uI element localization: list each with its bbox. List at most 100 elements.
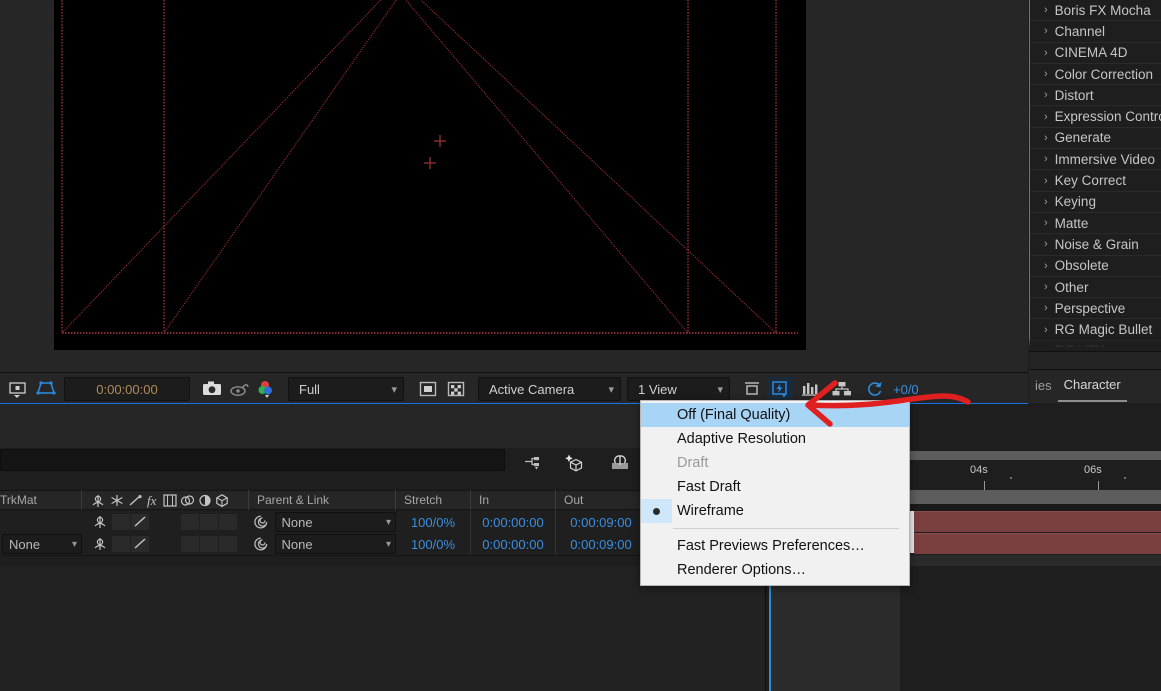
fx-category-row[interactable]: › Immersive Video [1030, 149, 1161, 171]
show-snapshot-icon[interactable] [227, 377, 253, 401]
view-count-dropdown[interactable]: 1 View ▾ [627, 377, 730, 401]
switch-box[interactable] [112, 536, 130, 552]
view-layout-dropdown[interactable]: Active Camera ▾ [478, 377, 621, 401]
menu-bullet-slot [641, 475, 672, 499]
fx-category-row[interactable]: › Distort [1030, 85, 1161, 107]
menu-item-label: Off (Final Quality) [677, 407, 791, 423]
menu-item-off-final-quality[interactable]: Off (Final Quality) [641, 403, 909, 427]
menu-item-label: Wireframe [677, 503, 744, 519]
fx-category-row[interactable]: › Generate [1030, 128, 1161, 150]
chevron-right-icon: › [1044, 195, 1048, 208]
fx-category-row[interactable]: › Other [1030, 277, 1161, 299]
column-header-trkmat[interactable]: TrkMat [0, 490, 82, 510]
fast-previews-lightning-icon[interactable] [767, 377, 793, 401]
composition-canvas[interactable] [54, 0, 806, 350]
fx-category-row[interactable]: › Expression Controls [1030, 106, 1161, 128]
out-value[interactable]: 0:00:09:00 [556, 511, 646, 533]
fast-previews-context-menu[interactable]: Off (Final Quality) Adaptive Resolution … [640, 400, 910, 586]
pick-whip-icon[interactable] [251, 536, 271, 552]
viewer-timecode[interactable]: 0:00:00:00 [64, 377, 190, 401]
layer-bar[interactable] [914, 511, 1161, 532]
out-value[interactable]: 0:00:09:00 [556, 533, 646, 555]
parent-dropdown[interactable]: None ▾ [274, 534, 396, 554]
fx-category-row[interactable]: › Noise & Grain [1030, 234, 1161, 256]
time-tick-dot [1010, 477, 1012, 479]
column-header-stretch[interactable]: Stretch [396, 490, 471, 510]
camera-icon[interactable] [199, 377, 225, 401]
timeline-graph-icon[interactable] [798, 377, 824, 401]
transparency-grid-icon[interactable] [33, 377, 59, 401]
column-header-in[interactable]: In [471, 490, 556, 510]
trkmat-dropdown[interactable]: None ▾ [2, 534, 82, 554]
view-count-value: 1 View [638, 381, 677, 397]
switch-box[interactable] [200, 536, 218, 552]
time-ruler[interactable] [900, 460, 1161, 490]
comp-flowchart-icon[interactable] [829, 377, 855, 401]
track-gap [900, 555, 1161, 566]
svg-text:fx: fx [147, 493, 157, 508]
mask-visibility-icon[interactable] [415, 377, 441, 401]
work-area-bar-bottom[interactable] [900, 490, 1161, 504]
work-area-bar-top[interactable] [900, 451, 1161, 460]
tab-character[interactable]: Character [1057, 371, 1127, 402]
quality-icon[interactable] [131, 514, 149, 530]
shy-icon[interactable] [90, 514, 112, 530]
fx-category-row[interactable]: › Boris FX Mocha [1030, 0, 1161, 22]
pixel-aspect-correction-icon[interactable] [739, 377, 765, 401]
motion-blur-icon[interactable] [608, 452, 632, 474]
menu-bullet-slot [641, 558, 672, 582]
in-value[interactable]: 0:00:00:00 [471, 511, 556, 533]
pick-whip-icon[interactable] [251, 514, 271, 530]
comp-mini-flowchart-icon[interactable] [522, 452, 546, 474]
menu-bullet-slot [641, 427, 672, 451]
channels-rgb-icon[interactable] [255, 377, 281, 401]
shy-icon[interactable] [90, 536, 112, 552]
effects-and-presets-panel[interactable]: › Boris FX Mocha › Channel › CINEMA 4D › Col… [1029, 0, 1161, 368]
chevron-right-icon: › [1044, 259, 1048, 272]
tab-properties[interactable]: ies [1029, 372, 1058, 401]
column-header-out[interactable]: Out [556, 490, 646, 510]
menu-item-fast-previews-preferences[interactable]: Fast Previews Preferences… [641, 534, 909, 558]
menu-item-wireframe[interactable]: Wireframe [641, 499, 909, 523]
chevron-right-icon: › [1044, 238, 1048, 251]
toggle-alpha-icon[interactable] [443, 377, 469, 401]
switch-box[interactable] [219, 514, 237, 530]
parent-dropdown[interactable]: None ▾ [274, 512, 396, 532]
fx-category-row[interactable]: › RG Magic Bullet [1030, 319, 1161, 341]
switch-box[interactable] [181, 514, 199, 530]
chevron-right-icon: › [1044, 323, 1048, 336]
fx-category-row[interactable]: › Channel [1030, 21, 1161, 43]
menu-item-label: Draft [677, 455, 709, 471]
fx-category-row[interactable]: › Key Correct [1030, 170, 1161, 192]
resolution-dropdown[interactable]: Full ▾ [288, 377, 404, 401]
refresh-icon[interactable] [862, 377, 888, 401]
fx-category-row[interactable]: › Matte [1030, 213, 1161, 235]
menu-item-adaptive-resolution[interactable]: Adaptive Resolution [641, 427, 909, 451]
chevron-right-icon: › [1044, 110, 1048, 123]
chevron-down-icon: ▾ [391, 383, 397, 396]
fx-category-row[interactable]: › Obsolete [1030, 256, 1161, 277]
panel-tab-strip: ies Character [1029, 369, 1161, 403]
fx-category-row[interactable]: › CINEMA 4D [1030, 43, 1161, 64]
quality-icon[interactable] [131, 536, 149, 552]
switch-box[interactable] [200, 514, 218, 530]
in-value[interactable]: 0:00:00:00 [471, 533, 556, 555]
stretch-value[interactable]: 100/0% [396, 533, 471, 555]
switch-box[interactable] [219, 536, 237, 552]
fx-category-label: Generate [1054, 130, 1111, 146]
search-input[interactable] [0, 449, 505, 471]
menu-item-fast-draft[interactable]: Fast Draft [641, 475, 909, 499]
fx-category-row[interactable]: › Color Correction [1030, 64, 1161, 86]
fx-category-label: Key Correct [1054, 173, 1126, 189]
draft-3d-icon[interactable] [564, 452, 588, 474]
region-of-interest-icon[interactable] [5, 377, 31, 401]
layer-bar[interactable] [914, 533, 1161, 554]
stretch-value[interactable]: 100/0% [396, 511, 471, 533]
column-header-parent-link[interactable]: Parent & Link [249, 490, 396, 510]
switch-box[interactable] [112, 514, 130, 530]
fx-category-row[interactable]: › Keying [1030, 192, 1161, 213]
menu-item-renderer-options[interactable]: Renderer Options… [641, 558, 909, 582]
fx-category-row[interactable]: › Perspective [1030, 298, 1161, 320]
menu-separator [673, 528, 899, 529]
switch-box[interactable] [181, 536, 199, 552]
